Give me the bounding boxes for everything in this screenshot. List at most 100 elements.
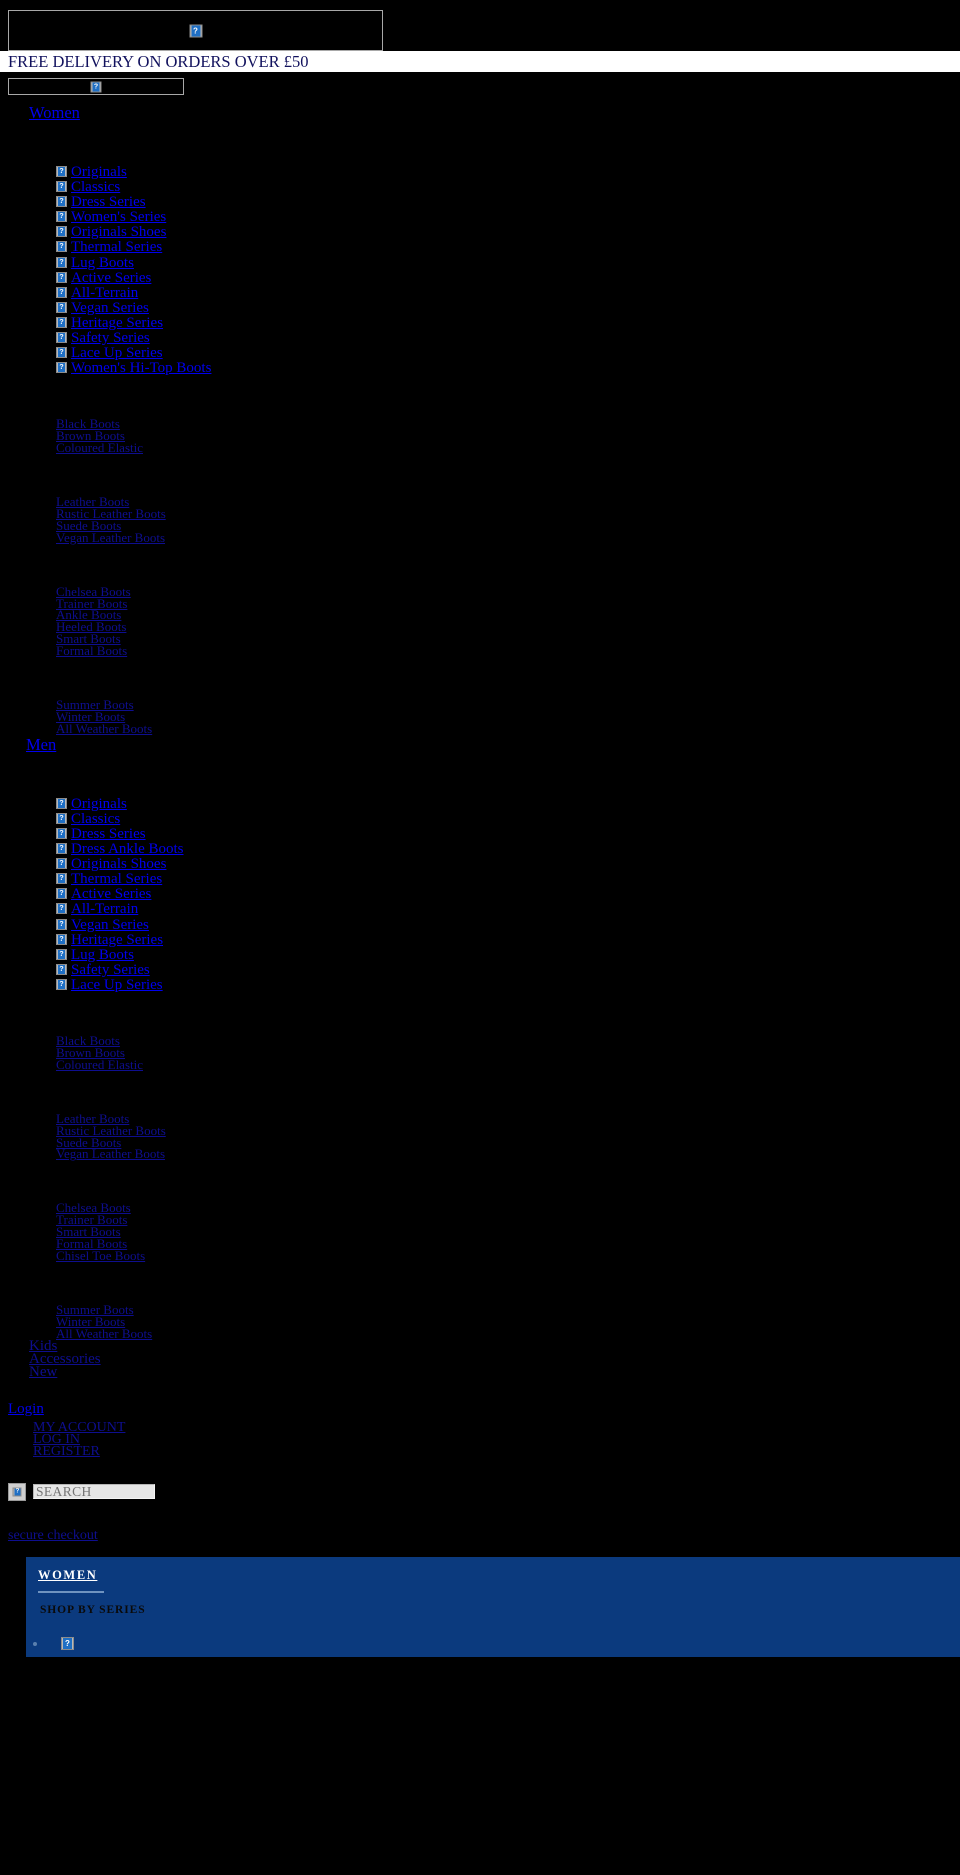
secure-checkout-link[interactable]: secure checkout <box>8 1528 98 1543</box>
list-item[interactable]: Safety Series <box>56 962 960 978</box>
list-item[interactable]: Heritage Series <box>56 315 960 331</box>
broken-image-icon <box>56 241 67 253</box>
list-item[interactable]: Originals Shoes <box>56 225 960 240</box>
nav-item-new[interactable]: New <box>29 1364 57 1380</box>
list-item[interactable]: Formal Boots <box>56 644 960 657</box>
men-series-list: Originals Classics Dress Series Dress An… <box>56 796 960 993</box>
list-item[interactable]: Chisel Toe Boots <box>56 1249 960 1262</box>
list-item[interactable]: Lug Boots <box>56 947 960 963</box>
account-menu: MY ACCOUNT LOG IN REGISTER <box>33 1420 960 1459</box>
list-item[interactable]: Summer Boots <box>56 1303 960 1316</box>
list-item[interactable]: Thermal Series <box>56 240 960 255</box>
register-link[interactable]: REGISTER <box>33 1444 100 1459</box>
broken-image-icon <box>56 978 67 990</box>
list-item[interactable]: Brown Boots <box>56 429 960 442</box>
list-item[interactable]: Thermal Series <box>56 872 960 887</box>
list-item[interactable]: Summer Boots <box>56 698 960 711</box>
list-item[interactable]: All-Terrain <box>56 285 960 301</box>
men-material-list: Leather Boots Rustic Leather Boots Suede… <box>56 1112 960 1161</box>
list-item[interactable]: Vegan Leather Boots <box>56 1147 960 1160</box>
list-item[interactable]: Lace Up Series <box>56 346 960 361</box>
list-item[interactable]: Lace Up Series <box>56 977 960 993</box>
list-item[interactable]: All Weather Boots <box>56 1327 960 1340</box>
nav-row-kids[interactable]: Kids <box>29 1338 960 1353</box>
nav-row-accessories[interactable]: Accessories <box>29 1351 960 1366</box>
list-item[interactable]: Chelsea Boots <box>56 585 960 598</box>
list-item[interactable]: Winter Boots <box>56 710 960 723</box>
women-series-list: Originals Classics Dress Series Women's … <box>56 164 960 376</box>
list-item[interactable]: Dress Ankle Boots <box>56 842 960 857</box>
search-icon[interactable] <box>8 1482 26 1501</box>
list-item[interactable]: Smart Boots <box>56 632 960 645</box>
list-item[interactable]: Vegan Series <box>56 300 960 316</box>
list-item[interactable]: Lug Boots <box>56 255 960 271</box>
broken-image-icon <box>56 797 67 809</box>
list-item[interactable]: Women's Series <box>56 210 960 225</box>
list-item[interactable]: MY ACCOUNT <box>33 1420 960 1434</box>
list-item[interactable] <box>48 1636 960 1652</box>
list-item[interactable]: Smart Boots <box>56 1225 960 1238</box>
site-logo[interactable] <box>8 78 184 95</box>
list-item[interactable]: Leather Boots <box>56 495 960 508</box>
nav-row-new[interactable]: New <box>29 1364 960 1380</box>
list-item[interactable]: Rustic Leather Boots <box>56 1124 960 1137</box>
secure-checkout-row[interactable]: secure checkout <box>8 1528 960 1544</box>
list-item[interactable]: Heritage Series <box>56 932 960 948</box>
login-row[interactable]: Login <box>8 1401 960 1418</box>
list-item[interactable]: Brown Boots <box>56 1046 960 1059</box>
broken-image-icon <box>12 1487 22 1497</box>
list-item[interactable]: Dress Series <box>56 826 960 842</box>
list-item[interactable]: LOG IN <box>33 1432 960 1446</box>
broken-image-icon <box>61 1636 74 1650</box>
list-item[interactable]: Originals Shoes <box>56 857 960 872</box>
search-input[interactable] <box>33 1484 155 1500</box>
broken-image-icon <box>56 948 67 960</box>
list-item[interactable]: Black Boots <box>56 1034 960 1047</box>
list-item[interactable]: Trainer Boots <box>56 1213 960 1226</box>
list-item[interactable]: Coloured Elastic <box>56 441 960 454</box>
search-row <box>8 1482 960 1501</box>
primary-nav: Women Originals Classics Dress Series Wo… <box>0 95 960 1379</box>
list-item[interactable]: REGISTER <box>33 1444 960 1459</box>
list-item[interactable]: Active Series <box>56 270 960 286</box>
list-item[interactable]: Originals <box>56 164 960 180</box>
promo-banner: FREE DELIVERY ON ORDERS OVER £50 <box>0 51 960 72</box>
list-item[interactable]: Chelsea Boots <box>56 1201 960 1214</box>
login-link[interactable]: Login <box>8 1401 44 1417</box>
list-item[interactable]: Suede Boots <box>56 519 960 532</box>
nav-item-women[interactable]: Women <box>29 103 960 123</box>
list-item[interactable]: Vegan Series <box>56 917 960 933</box>
list-item[interactable]: All-Terrain <box>56 902 960 917</box>
list-item[interactable]: Active Series <box>56 887 960 902</box>
list-item[interactable]: Leather Boots <box>56 1112 960 1125</box>
list-item[interactable]: Safety Series <box>56 330 960 346</box>
top-banner-image <box>8 10 383 51</box>
list-item[interactable]: Black Boots <box>56 417 960 430</box>
broken-image-icon <box>56 256 67 268</box>
women-mega-panel: WOMEN SHOP BY SERIES <box>26 1556 960 1657</box>
men-style-list: Chelsea Boots Trainer Boots Smart Boots … <box>56 1201 960 1262</box>
women-colour-list: Black Boots Brown Boots Coloured Elastic <box>56 417 960 454</box>
list-item[interactable]: Suede Boots <box>56 1136 960 1149</box>
broken-image-icon <box>56 888 67 900</box>
list-item[interactable]: Ankle Boots <box>56 608 960 621</box>
list-item[interactable]: Classics <box>56 811 960 827</box>
nav-item-men[interactable]: Men <box>26 735 960 755</box>
list-item[interactable]: Originals <box>56 796 960 812</box>
list-item[interactable]: Heeled Boots <box>56 620 960 633</box>
list-item[interactable]: Winter Boots <box>56 1315 960 1328</box>
list-item[interactable]: Dress Series <box>56 195 960 210</box>
broken-image-icon <box>189 24 202 37</box>
list-item[interactable]: Trainer Boots <box>56 597 960 610</box>
broken-image-icon <box>56 301 67 313</box>
list-item[interactable]: Women's Hi-Top Boots <box>56 361 960 376</box>
list-item[interactable]: Rustic Leather Boots <box>56 507 960 520</box>
broken-image-icon <box>56 181 67 193</box>
list-item[interactable]: Vegan Leather Boots <box>56 531 960 544</box>
list-item[interactable]: Classics <box>56 180 960 195</box>
list-item[interactable]: Coloured Elastic <box>56 1058 960 1071</box>
broken-image-icon <box>56 166 67 177</box>
women-season-list: Summer Boots Winter Boots All Weather Bo… <box>56 698 960 735</box>
list-item[interactable]: All Weather Boots <box>56 722 960 735</box>
list-item[interactable]: Formal Boots <box>56 1237 960 1250</box>
